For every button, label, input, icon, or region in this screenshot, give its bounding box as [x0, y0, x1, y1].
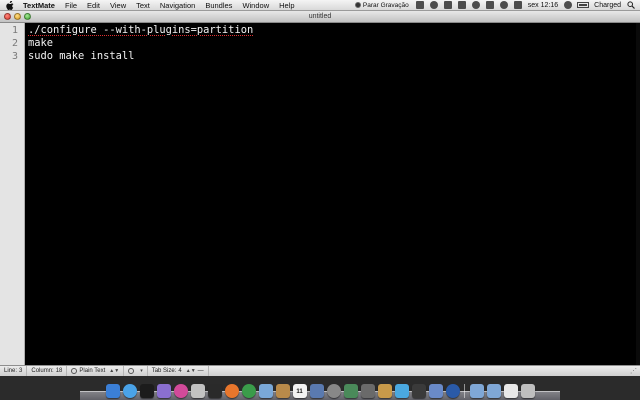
- trash-icon[interactable]: [520, 384, 535, 398]
- safari-icon[interactable]: [122, 384, 137, 398]
- utility-icon[interactable]: [360, 384, 375, 398]
- menu-navigation[interactable]: Navigation: [155, 0, 200, 11]
- preview-icon[interactable]: [428, 384, 443, 398]
- window-controls: [4, 13, 34, 20]
- tab-size-value: 4: [178, 368, 182, 374]
- menu-text[interactable]: Text: [131, 0, 155, 11]
- file-icon[interactable]: [503, 384, 518, 398]
- itunes-icon[interactable]: [156, 384, 171, 398]
- bluetooth-icon[interactable]: [485, 1, 494, 9]
- camera-icon[interactable]: [411, 384, 426, 398]
- spotlight-icon[interactable]: [627, 1, 635, 9]
- battery-status[interactable]: Charged: [591, 2, 624, 9]
- applications-folder-icon[interactable]: [469, 384, 484, 398]
- menu-edit[interactable]: Edit: [82, 0, 105, 11]
- column-value: 18: [55, 368, 63, 374]
- status-bar: Line: 3 Column: 18 Plain Text ▲▼ ▾ Tab S…: [0, 365, 640, 377]
- app-icon[interactable]: [207, 384, 222, 398]
- line-number-gutter: 1 2 3: [0, 23, 25, 365]
- menu-file[interactable]: File: [60, 0, 82, 11]
- minimize-button[interactable]: [14, 13, 21, 20]
- menu-window[interactable]: Window: [237, 0, 274, 11]
- line-label: Line:: [4, 368, 18, 374]
- apple-icon[interactable]: [5, 0, 15, 10]
- gear-icon: [128, 368, 135, 374]
- twitter-icon[interactable]: [394, 384, 409, 398]
- line-number: 3: [11, 51, 18, 62]
- firefox-icon[interactable]: [224, 384, 239, 398]
- time-machine-icon[interactable]: [471, 1, 480, 9]
- mail-icon[interactable]: [258, 384, 273, 398]
- recording-label: Parar Gravação: [362, 1, 409, 9]
- code-line[interactable]: ./configure --with-plugins=partition: [28, 23, 636, 36]
- gear-icon: [71, 368, 78, 374]
- editor-area[interactable]: 1 2 3 ./configure --with-plugins=partiti…: [0, 23, 640, 365]
- menu-bundles[interactable]: Bundles: [200, 0, 237, 11]
- window-title-bar[interactable]: untitled: [0, 11, 640, 23]
- bundle-popup[interactable]: ▾: [124, 365, 148, 377]
- close-button[interactable]: [4, 13, 11, 20]
- dock: 11: [80, 380, 560, 400]
- display-icon[interactable]: [457, 1, 466, 9]
- documents-folder-icon[interactable]: [486, 384, 501, 398]
- code-text[interactable]: ./configure --with-plugins=partition mak…: [28, 23, 636, 62]
- volume-icon[interactable]: [513, 1, 522, 9]
- desktop-background: 11: [0, 376, 640, 400]
- app-icon[interactable]: [343, 384, 358, 398]
- tab-size-extra: —: [197, 368, 204, 374]
- menu-view[interactable]: View: [105, 0, 131, 11]
- dock-separator: [464, 384, 465, 398]
- menu-extras: Parar Gravação sex 12:16 Charged: [351, 0, 640, 11]
- vertical-scrollbar[interactable]: [636, 23, 640, 365]
- menu-help[interactable]: Help: [274, 0, 299, 11]
- search-icon[interactable]: [445, 384, 460, 398]
- code-line[interactable]: make: [28, 36, 636, 49]
- music-icon[interactable]: [326, 384, 341, 398]
- terminal-icon[interactable]: [139, 384, 154, 398]
- clock[interactable]: sex 12:16: [525, 2, 561, 9]
- language-label: Plain Text: [79, 368, 106, 374]
- app-menu[interactable]: TextMate: [21, 0, 60, 11]
- wifi-icon[interactable]: [499, 1, 508, 9]
- popup-arrows-icon: ▾: [140, 368, 143, 374]
- column-indicator: Column: 18: [27, 365, 68, 377]
- line-number: 2: [11, 38, 18, 49]
- tab-size-label: Tab Size:: [151, 368, 177, 374]
- line-indicator: Line: 3: [0, 365, 28, 377]
- tab-size-popup[interactable]: Tab Size: 4 ▲▼ —: [148, 365, 209, 377]
- line-value: 3: [19, 368, 23, 374]
- finder-icon[interactable]: [105, 384, 120, 398]
- xcode-icon[interactable]: [309, 384, 324, 398]
- language-popup[interactable]: Plain Text ▲▼: [67, 365, 125, 377]
- column-label: Column:: [31, 368, 54, 374]
- calendar-day-label: 11: [296, 389, 303, 395]
- popup-arrows-icon: ▲▼: [109, 368, 120, 374]
- popup-arrows-icon: ▲▼: [185, 368, 196, 374]
- app-store-icon[interactable]: [173, 384, 188, 398]
- window-title: untitled: [308, 12, 332, 20]
- dropbox-icon[interactable]: [443, 1, 452, 9]
- address-book-icon[interactable]: [275, 384, 290, 398]
- recording-status[interactable]: Parar Gravação: [351, 2, 413, 9]
- record-icon: [354, 2, 361, 8]
- battery-icon[interactable]: [577, 2, 590, 8]
- sync-icon[interactable]: [429, 1, 438, 9]
- line-number: 1: [11, 25, 18, 36]
- calendar-icon[interactable]: 11: [292, 384, 307, 398]
- chrome-icon[interactable]: [241, 384, 256, 398]
- code-line[interactable]: sudo make install: [28, 49, 636, 62]
- user-icon[interactable]: [564, 1, 573, 9]
- menu-bar: TextMate File Edit View Text Navigation …: [0, 0, 640, 11]
- zoom-button[interactable]: [24, 13, 31, 20]
- photo-booth-icon[interactable]: [190, 384, 205, 398]
- resize-grip-icon[interactable]: ⋰: [630, 367, 637, 375]
- app-status-icon[interactable]: [415, 1, 424, 9]
- package-icon[interactable]: [377, 384, 392, 398]
